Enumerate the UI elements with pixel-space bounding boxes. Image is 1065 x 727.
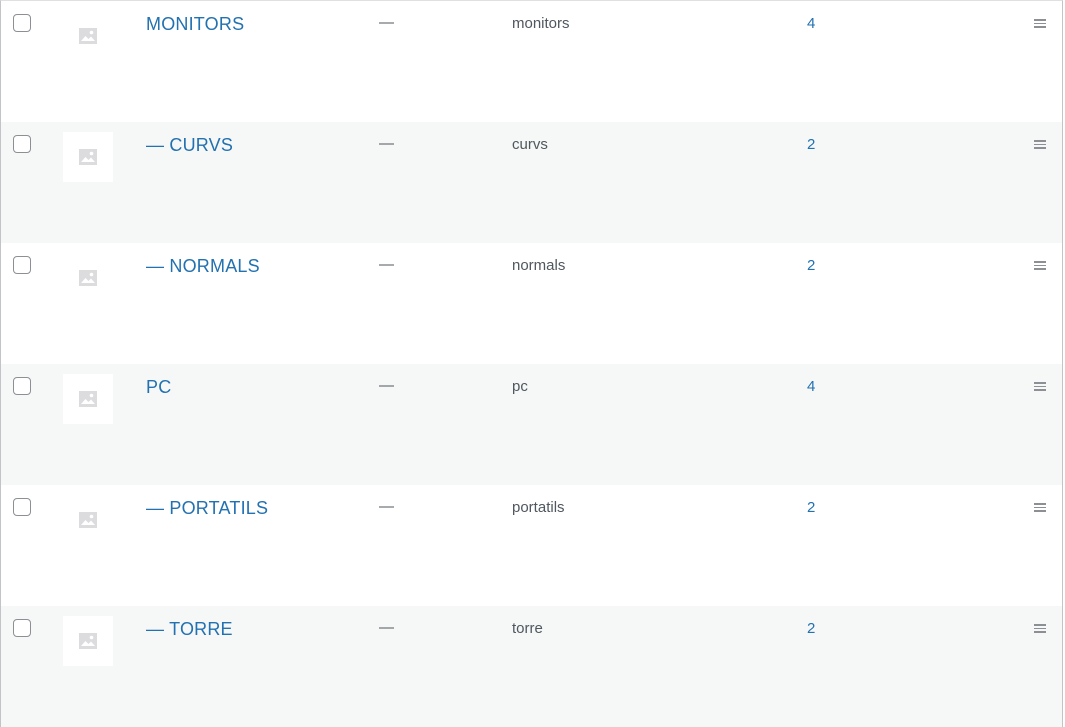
image-placeholder-icon [63, 374, 113, 424]
row-checkbox[interactable] [13, 14, 31, 32]
drag-handle-icon[interactable] [1034, 624, 1046, 633]
row-checkbox[interactable] [13, 498, 31, 516]
table-row: — PORTATILS — portatils 2 [1, 485, 1062, 606]
category-slug: normals [512, 257, 566, 274]
category-count-link[interactable]: 2 [807, 499, 815, 516]
row-checkbox[interactable] [13, 377, 31, 395]
category-slug: monitors [512, 15, 570, 32]
category-slug: curvs [512, 136, 548, 153]
category-description: — [379, 498, 394, 515]
category-name-link[interactable]: — CURVS [146, 135, 233, 156]
table-row: MONITORS — monitors 4 [1, 1, 1062, 122]
category-name-link[interactable]: PC [146, 377, 171, 398]
category-count-link[interactable]: 2 [807, 257, 815, 274]
category-name-link[interactable]: MONITORS [146, 14, 244, 35]
drag-handle-icon[interactable] [1034, 382, 1046, 391]
category-count-link[interactable]: 2 [807, 136, 815, 153]
drag-handle-icon[interactable] [1034, 140, 1046, 149]
table-row: — NORMALS — normals 2 [1, 243, 1062, 364]
image-placeholder-icon [63, 132, 113, 182]
image-placeholder-icon [63, 11, 113, 61]
category-description: — [379, 256, 394, 273]
image-placeholder-icon [63, 616, 113, 666]
category-name-link[interactable]: — PORTATILS [146, 498, 268, 519]
row-checkbox[interactable] [13, 619, 31, 637]
category-count-link[interactable]: 2 [807, 620, 815, 637]
category-name-link[interactable]: — TORRE [146, 619, 233, 640]
category-description: — [379, 14, 394, 31]
category-count-link[interactable]: 4 [807, 15, 815, 32]
category-list-table: MONITORS — monitors 4 — CURVS — curvs 2 … [0, 0, 1063, 727]
category-count-link[interactable]: 4 [807, 378, 815, 395]
drag-handle-icon[interactable] [1034, 19, 1046, 28]
table-row: — CURVS — curvs 2 [1, 122, 1062, 243]
table-row: — TORRE — torre 2 [1, 606, 1062, 727]
category-description: — [379, 619, 394, 636]
image-placeholder-icon [63, 253, 113, 303]
drag-handle-icon[interactable] [1034, 503, 1046, 512]
category-description: — [379, 377, 394, 394]
drag-handle-icon[interactable] [1034, 261, 1046, 270]
table-row: PC — pc 4 [1, 364, 1062, 485]
category-slug: torre [512, 620, 543, 637]
category-name-link[interactable]: — NORMALS [146, 256, 260, 277]
category-slug: portatils [512, 499, 565, 516]
image-placeholder-icon [63, 495, 113, 545]
category-slug: pc [512, 378, 528, 395]
row-checkbox[interactable] [13, 135, 31, 153]
category-description: — [379, 135, 394, 152]
row-checkbox[interactable] [13, 256, 31, 274]
